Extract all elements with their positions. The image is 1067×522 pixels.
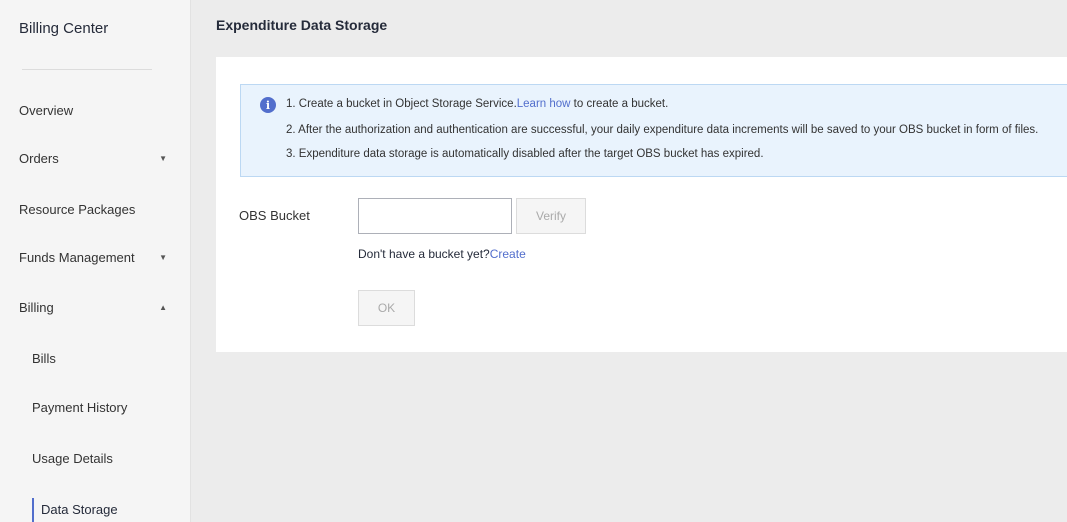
info-notice: i 1. Create a bucket in Object Storage S… (240, 84, 1067, 177)
sidebar-item-orders[interactable]: Orders ▼ (19, 151, 179, 166)
page-title: Expenditure Data Storage (216, 17, 388, 33)
notice-line-2: 2. After the authorization and authentic… (286, 124, 1039, 136)
sidebar: Billing Center Overview Orders ▼ Resourc… (0, 0, 191, 522)
ok-button[interactable]: OK (358, 290, 415, 326)
info-icon: i (260, 97, 276, 113)
sidebar-title: Billing Center (19, 20, 109, 37)
hint-text: Don't have a bucket yet? (358, 247, 490, 261)
sidebar-subitem-payment-history[interactable]: Payment History (32, 400, 127, 415)
sidebar-divider (22, 69, 152, 70)
notice-line-3: 3. Expenditure data storage is automatic… (286, 148, 764, 160)
caret-down-icon: ▼ (159, 253, 167, 262)
notice-text: to create a bucket. (570, 98, 669, 110)
sidebar-item-label: Resource Packages (19, 202, 136, 217)
obs-bucket-label: OBS Bucket (239, 208, 310, 223)
sidebar-item-label: Billing (19, 300, 54, 315)
learn-how-link[interactable]: Learn how (517, 98, 571, 110)
create-hint: Don't have a bucket yet?Create (358, 247, 526, 261)
notice-line-1: 1. Create a bucket in Object Storage Ser… (286, 98, 668, 110)
sidebar-subitem-data-storage[interactable]: Data Storage (41, 502, 118, 517)
sidebar-item-billing[interactable]: Billing ▲ (19, 300, 179, 315)
obs-bucket-input[interactable] (358, 198, 512, 234)
active-indicator (32, 498, 34, 522)
create-link[interactable]: Create (490, 247, 526, 261)
sidebar-item-overview[interactable]: Overview (19, 103, 179, 118)
sidebar-item-label: Orders (19, 151, 59, 166)
sidebar-subitem-bills[interactable]: Bills (32, 351, 56, 366)
caret-up-icon: ▲ (159, 303, 167, 312)
caret-down-icon: ▼ (159, 154, 167, 163)
sidebar-item-resource-packages[interactable]: Resource Packages (19, 202, 179, 217)
sidebar-subitem-usage-details[interactable]: Usage Details (32, 451, 113, 466)
sidebar-item-funds-management[interactable]: Funds Management ▼ (19, 250, 179, 265)
sidebar-item-label: Funds Management (19, 250, 135, 265)
notice-text: 1. Create a bucket in Object Storage Ser… (286, 98, 517, 110)
sidebar-item-label: Overview (19, 103, 74, 118)
verify-button[interactable]: Verify (516, 198, 586, 234)
